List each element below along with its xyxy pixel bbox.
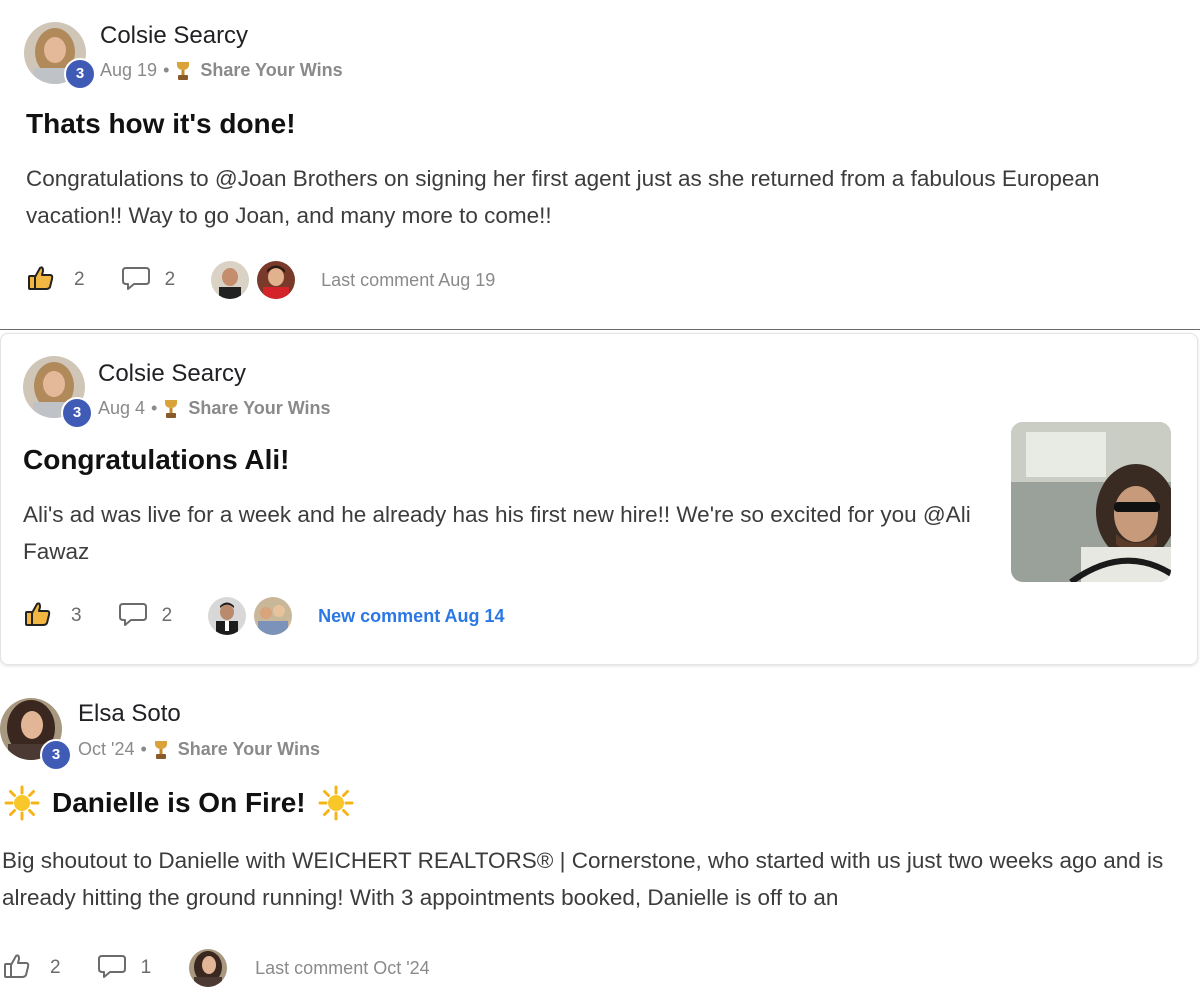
commenter-avatar[interactable]: [209, 259, 252, 301]
commenter-avatars: [209, 259, 298, 301]
post-body: Ali's ad was live for a week and he alre…: [23, 502, 971, 564]
sun-emoji-icon: [4, 785, 40, 821]
post-meta: Oct '24 • Share Your Wins: [78, 739, 320, 760]
post-body: Big shoutout to Danielle with WEICHERT R…: [2, 848, 1164, 910]
comment-bubble-icon[interactable]: [118, 600, 148, 633]
comment-bubble-icon[interactable]: [97, 952, 127, 985]
category-link[interactable]: Share Your Wins: [200, 60, 342, 81]
post-body: Congratulations to @Joan Brothers on sig…: [26, 166, 1100, 228]
author-name[interactable]: Colsie Searcy: [100, 22, 248, 50]
post-actions: 3 2 New comment Aug 14: [23, 595, 505, 637]
post-title[interactable]: Thats how it's done!: [26, 108, 296, 140]
post-date[interactable]: Aug 4: [98, 398, 145, 419]
commenter-avatar[interactable]: [255, 259, 298, 301]
comment-count: 1: [140, 957, 152, 978]
post-title-row[interactable]: Danielle is On Fire!: [4, 785, 354, 821]
post-title[interactable]: Danielle is On Fire!: [52, 787, 306, 819]
post-actions: 2 1 Last comment Oct '24: [2, 947, 430, 989]
trophy-icon: [153, 740, 169, 760]
post-date[interactable]: Aug 19: [100, 60, 157, 81]
commenter-avatars: [206, 595, 295, 637]
level-badge: 3: [40, 739, 72, 771]
commenter-avatar[interactable]: [252, 595, 295, 637]
new-comment-label[interactable]: New comment Aug 14: [318, 606, 504, 627]
post-thumbnail[interactable]: [1011, 422, 1171, 582]
trophy-icon: [175, 61, 191, 81]
comment-bubble-icon[interactable]: [121, 264, 151, 297]
post-actions: 2 2 Last comment Aug 19: [26, 259, 495, 301]
last-comment-label[interactable]: Last comment Oct '24: [255, 958, 430, 979]
commenter-avatars: [187, 947, 230, 989]
author-name[interactable]: Elsa Soto: [78, 700, 181, 728]
level-badge: 3: [61, 397, 93, 429]
like-count: 2: [74, 269, 85, 290]
sun-emoji-icon: [318, 785, 354, 821]
separator-dot: •: [163, 60, 170, 80]
post-card[interactable]: 3 Elsa Soto Oct '24 • Share Your Wins Da…: [0, 670, 1200, 1005]
last-comment-label[interactable]: Last comment Aug 19: [321, 270, 495, 291]
author-name[interactable]: Colsie Searcy: [98, 360, 246, 388]
comment-count: 2: [161, 605, 173, 626]
post-date[interactable]: Oct '24: [78, 739, 134, 760]
commenter-avatar[interactable]: [187, 947, 230, 989]
thumbs-up-icon[interactable]: [23, 599, 53, 634]
like-count: 2: [50, 957, 61, 978]
category-link[interactable]: Share Your Wins: [178, 739, 320, 760]
post-meta: Aug 19 • Share Your Wins: [100, 60, 343, 81]
commenter-avatar[interactable]: [206, 595, 249, 637]
separator-dot: •: [140, 739, 147, 759]
thumbs-up-icon[interactable]: [2, 951, 32, 986]
category-link[interactable]: Share Your Wins: [188, 398, 330, 419]
separator-dot: •: [151, 398, 158, 418]
trophy-icon: [163, 399, 179, 419]
post-card[interactable]: 3 Colsie Searcy Aug 19 • Share Your Wins…: [0, 0, 1200, 330]
level-badge: 3: [64, 58, 96, 90]
post-meta: Aug 4 • Share Your Wins: [98, 398, 331, 419]
like-count: 3: [71, 605, 82, 626]
comment-count: 2: [164, 269, 176, 290]
thumbs-up-icon[interactable]: [26, 263, 56, 298]
post-title[interactable]: Congratulations Ali!: [23, 444, 290, 476]
post-card[interactable]: 3 Colsie Searcy Aug 4 • Share Your Wins …: [0, 333, 1198, 665]
